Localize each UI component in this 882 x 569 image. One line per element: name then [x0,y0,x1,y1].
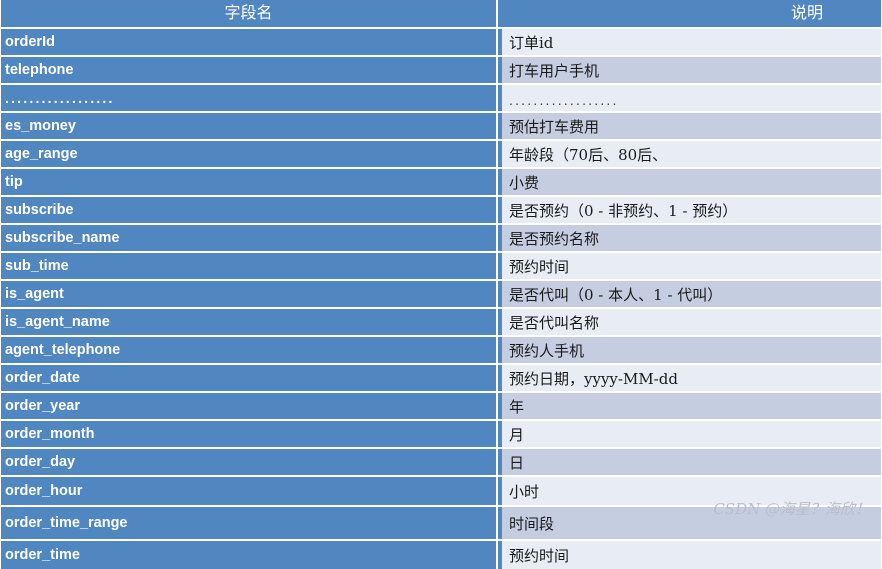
table-row: age_range 年龄段（70后、80后、 [0,141,882,167]
table-row: orderId 订单id [0,29,882,55]
table-row: order_time_range 时间段 [0,507,882,539]
table-row: es_money 预估打车费用 [0,113,882,139]
table-row: order_month 月 [0,421,882,447]
table-row: sub_time 预约时间 [0,253,882,279]
cell-field-name: .................. [1,85,496,111]
cell-field-description: 预约时间 [498,541,881,569]
cell-field-name: age_range [1,141,496,167]
cell-field-description: 是否代叫（0 - 本人、1 - 代叫） [498,281,881,307]
table-row: is_agent 是否代叫（0 - 本人、1 - 代叫） [0,281,882,307]
cell-field-description: 小时 [498,477,881,505]
cell-field-name: order_date [1,365,496,391]
cell-field-name: telephone [1,57,496,83]
table-row: tip 小费 [0,169,882,195]
table-header-row: 字段名 说明 [0,0,882,29]
cell-field-description: 打车用户手机 [498,57,881,83]
table-row: agent_telephone 预约人手机 [0,337,882,363]
cell-field-description: 日 [498,449,881,475]
cell-field-name: is_agent [1,281,496,307]
cell-field-description: 订单id [498,29,881,55]
ellipsis-text: .................. [509,92,619,108]
cell-field-description: 月 [498,421,881,447]
cell-field-description: 是否预约名称 [498,225,881,251]
ellipsis-text: .................. [5,90,115,106]
cell-field-name: subscribe [1,197,496,223]
cell-field-name: order_time_range [1,507,496,539]
cell-field-name: tip [1,169,496,195]
cell-field-name: order_month [1,421,496,447]
cell-field-description: 小费 [498,169,881,195]
table-row: telephone 打车用户手机 [0,57,882,83]
table-row: order_hour 小时 [0,477,882,505]
cell-field-description: 预约时间 [498,253,881,279]
table-row: order_date 预约日期，yyyy-MM-dd [0,365,882,391]
cell-field-description: 时间段 [498,507,881,539]
cell-field-name: order_day [1,449,496,475]
cell-field-description: .................. [498,85,881,111]
cell-field-name: subscribe_name [1,225,496,251]
cell-field-name: agent_telephone [1,337,496,363]
table-row: order_time 预约时间 [0,541,882,569]
cell-field-description: 预约人手机 [498,337,881,363]
cell-field-name: sub_time [1,253,496,279]
field-definition-table: 字段名 说明 orderId 订单id telephone 打车用户手机.......… [0,0,882,569]
column-header-field-name: 字段名 [1,0,496,27]
cell-field-name: order_time [1,541,496,569]
cell-field-description: 年 [498,393,881,419]
cell-field-description: 是否代叫名称 [498,309,881,335]
cell-field-description: 是否预约（0 - 非预约、1 - 预约） [498,197,881,223]
cell-field-description: 预约日期，yyyy-MM-dd [498,365,881,391]
table-row: .................................... [0,85,882,111]
cell-field-description: 年龄段（70后、80后、 [498,141,881,167]
cell-field-name: order_year [1,393,496,419]
cell-field-description: 预估打车费用 [498,113,881,139]
cell-field-name: es_money [1,113,496,139]
table-row: order_day 日 [0,449,882,475]
table-body: orderId 订单id telephone 打车用户手机..............… [0,29,882,569]
table-row: subscribe 是否预约（0 - 非预约、1 - 预约） [0,197,882,223]
table-row: is_agent_name 是否代叫名称 [0,309,882,335]
cell-field-name: is_agent_name [1,309,496,335]
table-row: subscribe_name 是否预约名称 [0,225,882,251]
table-row: order_year 年 [0,393,882,419]
cell-field-name: order_hour [1,477,496,505]
cell-field-name: orderId [1,29,496,55]
column-header-description: 说明 [498,0,881,27]
